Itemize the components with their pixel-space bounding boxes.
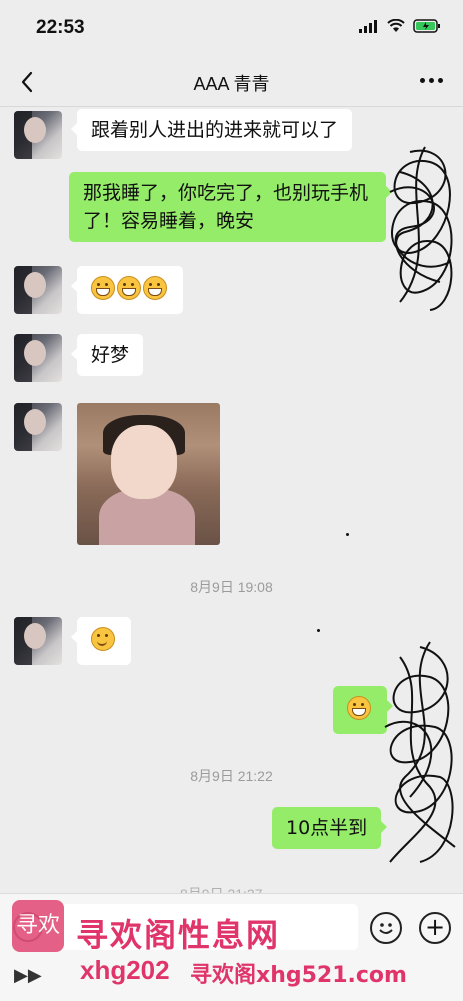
status-time: 22:53 [36,17,85,38]
smile-emoji-icon [91,626,115,651]
timestamp: 8月9日 19:08 [190,579,273,595]
watermark-bottom: ▶▶ xhg202 寻欢阁xhg521.com [0,955,463,1000]
contact-avatar[interactable] [14,111,62,159]
contact-avatar[interactable] [14,266,62,314]
watermark-text: 寻欢阁性息网 [76,916,281,954]
plus-icon[interactable]: + [419,912,451,944]
message-bubble[interactable]: 那我睡了，你吃完了，也别玩手机了！容易睡着，晚安 [69,172,392,242]
scribble-mark [389,146,453,311]
watermark-logo: 寻欢 [12,900,64,952]
contact-avatar[interactable] [14,403,62,451]
chat-header: AAA 青青 [0,58,463,107]
grin-emoji-icon [117,275,141,300]
battery-icon [413,19,440,33]
status-bar: 22:53 [0,0,463,58]
scribble-mark [384,641,456,863]
grin-emoji-icon [347,695,371,720]
photo-message[interactable] [77,403,220,545]
more-icon[interactable] [420,78,443,83]
emoji-icon[interactable] [370,912,402,944]
message-bubble-emoji[interactable] [71,617,131,665]
dot-mark [317,629,320,632]
signal-icon [359,20,377,33]
message-bubble[interactable]: 好梦 [70,334,144,376]
message-bubble[interactable]: 跟着别人进出的进来就可以了 [70,109,353,151]
contact-avatar[interactable] [14,617,62,665]
message-bubble-emoji[interactable] [71,266,183,314]
status-icons [359,19,441,33]
grin-emoji-icon [143,275,167,300]
grin-emoji-icon [91,275,115,300]
wifi-icon [387,19,405,32]
chat-title: AAA 青青 [193,74,270,94]
contact-avatar[interactable] [14,334,62,382]
arrow-icon: ▶▶ [14,965,42,986]
message-bubble[interactable]: 10点半到 [272,807,388,849]
watermark-url-left: xhg202 [80,955,170,985]
message-list[interactable]: 跟着别人进出的进来就可以了 那我睡了，你吃完了，也别玩手机了！容易睡着，晚安 好… [0,107,463,892]
watermark-url-right: 寻欢阁xhg521.com [190,963,407,988]
dot-mark [346,533,349,536]
